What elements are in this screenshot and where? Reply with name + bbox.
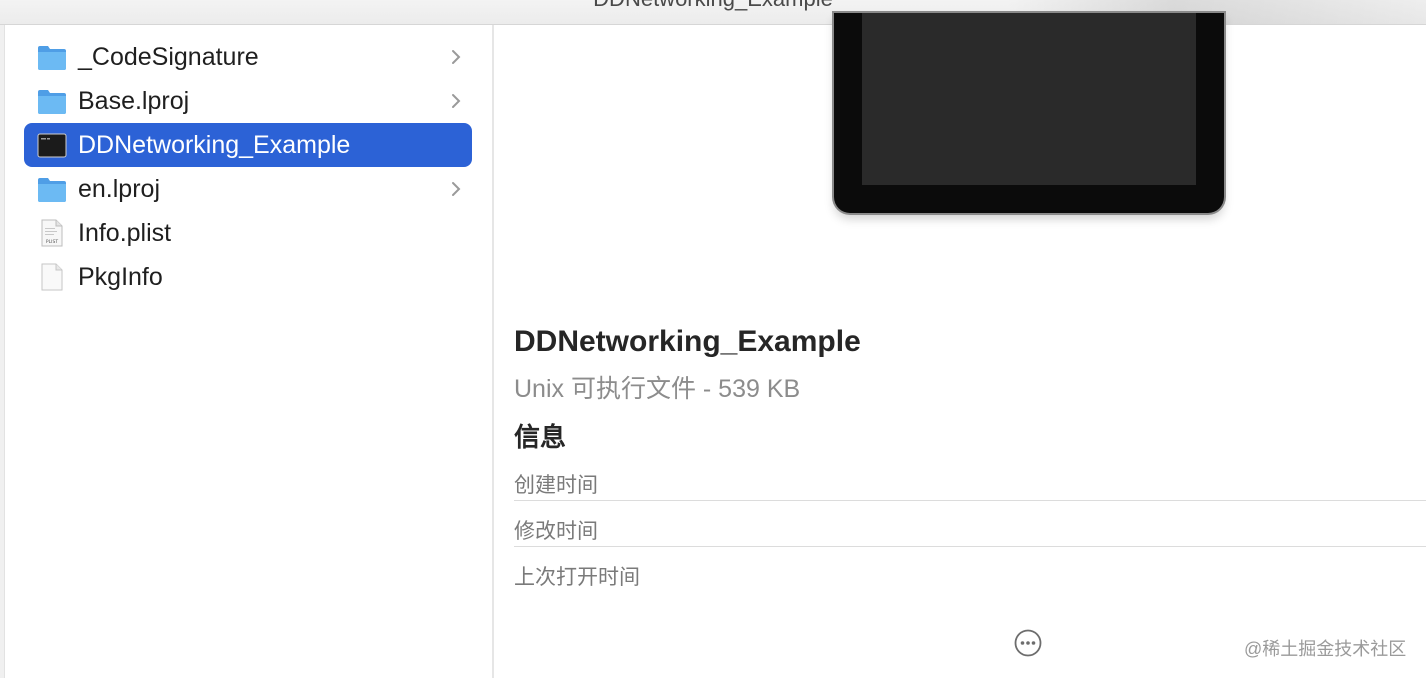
info-label: 创建时间 [514,474,598,497]
watermark: @稀土掘金技术社区 [1244,639,1407,659]
preview-file-kind: Unix 可执行文件 - 539 KB [514,375,801,403]
chevron-right-icon[interactable] [449,48,463,66]
file-row-ddnetworking-example[interactable]: DDNetworking_Example [24,123,472,167]
file-label: Info.plist [78,219,172,247]
info-heading: 信息 [514,422,567,452]
plist-tag: PLIST [46,239,58,245]
folder-icon [38,90,66,114]
preview-pane: DDNetworking_Example Unix 可执行文件 - 539 KB… [494,13,1426,678]
info-row-last-opened: 上次打开时间 [514,547,1426,593]
plist-document-icon: PLIST [41,219,63,247]
file-row-en-lproj[interactable]: en.lproj [24,167,472,211]
finder-window: DDNetworking_Example _CodeSignature Base… [0,0,1426,678]
file-label: _CodeSignature [78,43,259,71]
file-label: PkgInfo [78,263,163,291]
file-row-codesignature[interactable]: _CodeSignature [24,35,472,79]
chevron-right-icon[interactable] [449,92,463,110]
file-preview-thumbnail [834,13,1224,213]
file-label: Base.lproj [78,87,190,115]
chevron-right-icon[interactable] [449,180,463,198]
info-label: 修改时间 [514,520,598,543]
file-label: en.lproj [78,175,160,203]
folder-icon [38,46,66,70]
info-row-created: 创建时间 [514,455,1426,501]
file-label: DDNetworking_Example [78,131,351,159]
folder-icon [38,178,66,202]
blank-document-icon [41,263,63,291]
info-label: 上次打开时间 [514,566,640,589]
info-row-modified: 修改时间 [514,501,1426,547]
file-column: _CodeSignature Base.lproj DDNetworking_E… [5,25,492,678]
ellipsis-circle-icon[interactable] [1014,629,1042,657]
file-row-pkginfo[interactable]: PkgInfo [24,255,472,299]
file-row-base-lproj[interactable]: Base.lproj [24,79,472,123]
window-title: DDNetworking_Example [0,0,1426,12]
terminal-exec-icon [37,133,67,158]
preview-file-name: DDNetworking_Example [514,325,861,358]
file-row-info-plist[interactable]: PLIST Info.plist [24,211,472,255]
preview-screen [862,13,1196,185]
